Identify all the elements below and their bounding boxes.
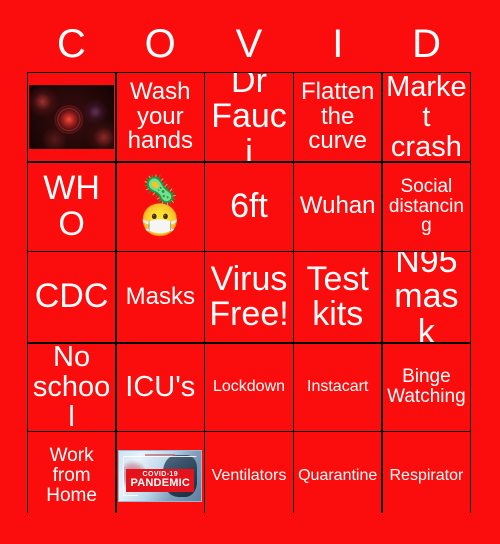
bingo-cell-label: Ventilators [211,466,287,484]
bingo-cell-n95-mask[interactable]: N95 mask [382,252,470,342]
bingo-cell-microbe-and-mask-face-emoji[interactable]: 🦠 😷 [116,162,204,251]
bingo-cell-no-school[interactable]: No school [28,343,116,431]
bingo-cell-label: No school [32,343,111,431]
bingo-cell-label: Test kits [306,259,369,333]
bingo-cell-label: Flatten the curve [301,77,375,155]
bingo-cell-dr-fauci[interactable]: Dr Fauci [205,73,293,161]
covid-pandemic-banner-image: COVID-19 PANDEMIC [118,450,203,502]
banner-accent-bar [145,454,176,456]
bingo-cell-lockdown[interactable]: Lockdown [205,343,293,431]
bingo-header-letter-c: C [56,22,86,66]
bingo-cell-virus-free[interactable]: Virus Free! [205,252,293,342]
bingo-cell-label: CDC [34,277,109,316]
bingo-cell-label: Market crash [386,73,467,161]
bingo-cell-ventilators[interactable]: Ventilators [205,432,293,520]
bingo-cell-work-from-home[interactable]: Work from Home [28,432,116,520]
bingo-grid: Wash your hands Dr Fauci Flatten the curve… [27,72,471,520]
bingo-cell-label: Work from Home [46,445,97,506]
bingo-cell-label: Instacart [307,377,369,395]
bingo-cell-coronavirus-microscope-photo[interactable] [28,73,116,161]
bingo-header-letter-o: O [144,22,176,66]
bingo-cell-label: Wash your hands [127,77,193,155]
bingo-header-row: COVID [27,16,471,72]
bingo-cell-test-kits[interactable]: Test kits [294,252,382,342]
banner-label: COVID-19 PANDEMIC [126,469,195,492]
bingo-cell-six-feet[interactable]: 6ft [205,162,293,251]
bingo-cell-binge-watching[interactable]: Binge Watching [382,343,470,431]
bingo-cell-label: Lockdown [212,377,286,395]
bingo-cell-label: Quarantine [298,466,378,484]
coronavirus-microscope-image [29,85,115,149]
bingo-cell-label: Dr Fauci [211,73,287,161]
face-with-medical-mask-icon: 😷 [140,202,181,238]
bingo-cell-wash-your-hands[interactable]: Wash your hands [116,73,204,161]
bingo-header-letter-i: I [332,22,344,66]
bingo-cell-label: Binge Watching [387,366,466,407]
banner-subtitle: PANDEMIC [130,477,190,489]
bingo-cell-masks[interactable]: Masks [116,252,204,342]
bingo-cell-label: WHO [43,169,100,243]
bingo-cell-label: N95 mask [394,252,459,342]
bingo-cell-icus[interactable]: ICU's [116,343,204,431]
bingo-header-letter-d: D [412,22,442,66]
emoji-stack: 🦠 😷 [140,177,181,238]
bingo-cell-label: Social distancing [388,175,464,237]
bingo-cell-flatten-the-curve[interactable]: Flatten the curve [294,73,382,161]
bingo-cell-respirator[interactable]: Respirator [382,432,470,520]
bingo-cell-market-crash[interactable]: Market crash [382,73,470,161]
bingo-cell-cdc[interactable]: CDC [28,252,116,342]
bingo-cell-wuhan[interactable]: Wuhan [294,162,382,251]
bingo-cell-label: Virus Free! [209,259,289,333]
bingo-cell-covid-19-pandemic-banner[interactable]: COVID-19 PANDEMIC [116,432,204,520]
bingo-cell-instacart[interactable]: Instacart [294,343,382,431]
bingo-cell-social-distancing[interactable]: Social distancing [382,162,470,251]
covid-bingo-card: C O V I D Wash your hands Dr Fauci Flatten the… [0,0,500,544]
bingo-cell-label: Masks [125,282,195,310]
bingo-cell-label: 6ft [230,186,268,225]
bingo-cell-label: Respirator [389,466,464,484]
bingo-cell-label: ICU's [125,370,196,403]
bingo-header-letter-v: V [235,22,263,66]
bingo-cell-who[interactable]: WHO [28,162,116,251]
bingo-cell-quarantine[interactable]: Quarantine [294,432,382,520]
bingo-cell-label: Wuhan [299,192,376,220]
